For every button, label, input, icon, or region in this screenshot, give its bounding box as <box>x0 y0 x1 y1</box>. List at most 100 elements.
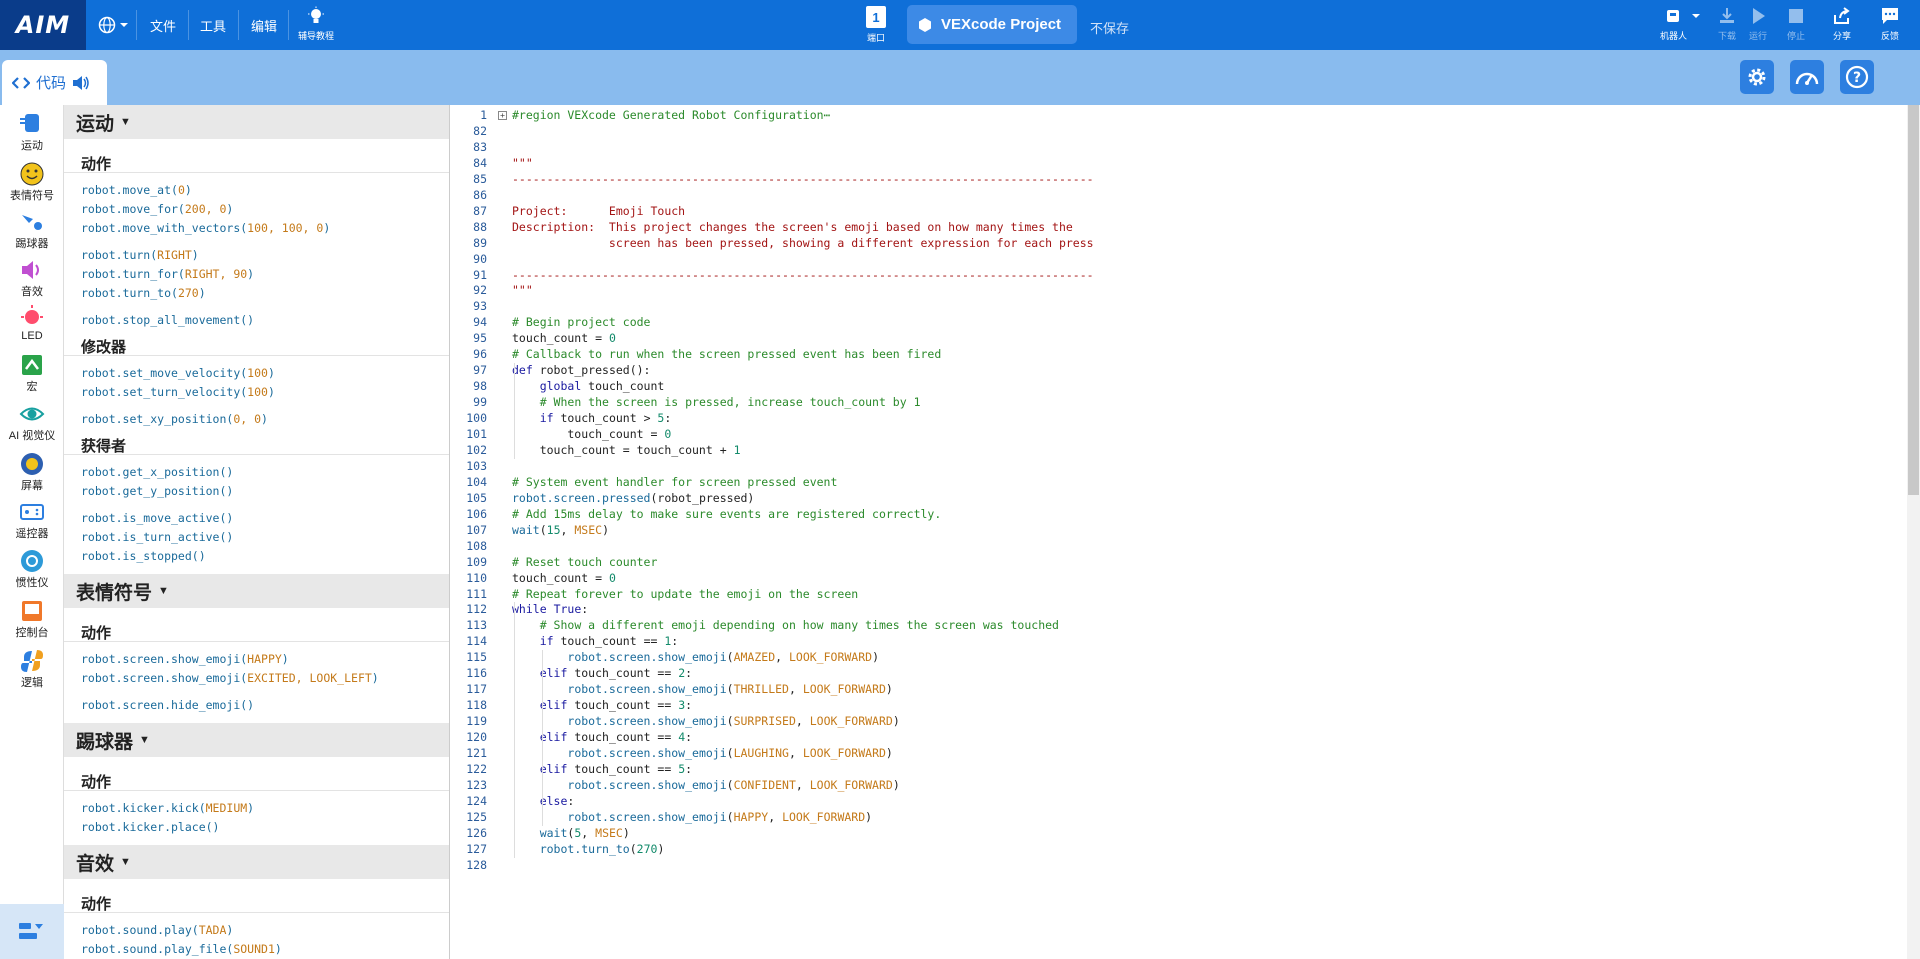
menu-edit[interactable]: 编辑 <box>251 0 277 50</box>
speaker-icon[interactable] <box>72 75 90 91</box>
code-snippet[interactable]: robot.screen.hide_emoji() <box>64 696 449 715</box>
blocks-toggle-button[interactable] <box>0 904 64 959</box>
help-button[interactable]: ? <box>1840 60 1874 94</box>
code-snippet[interactable]: robot.turn_for(RIGHT, 90) <box>64 265 449 284</box>
code-token: global <box>539 379 582 394</box>
line-number: 124 <box>466 793 487 808</box>
code-editor[interactable]: 1 + #region VEXcode Generated Robot Config… <box>450 105 1920 959</box>
category-header[interactable]: 音效 ▼ <box>64 845 449 879</box>
category-led[interactable]: LED <box>0 304 64 342</box>
code-token: LAUGHING <box>733 746 789 760</box>
code-token: 270 <box>636 841 658 856</box>
code-snippet[interactable]: robot.kicker.kick(MEDIUM) <box>64 799 449 818</box>
port-button[interactable]: 1 端口 <box>866 6 886 44</box>
code-snippet[interactable]: robot.set_xy_position(0, 0) <box>64 410 449 429</box>
code-token: ) <box>892 777 900 792</box>
caret-down-icon: ▼ <box>120 116 131 128</box>
snippet-call: ) <box>198 286 206 300</box>
code-snippet[interactable]: robot.set_move_velocity(100) <box>64 364 449 383</box>
language-button[interactable] <box>98 0 129 50</box>
tutorials-button[interactable]: 辅导教程 <box>298 6 334 42</box>
code-snippet[interactable]: robot.screen.show_emoji(HAPPY) <box>64 650 449 669</box>
code-snippet[interactable]: robot.get_x_position() <box>64 463 449 482</box>
feedback-button[interactable]: 反馈 <box>1880 6 1900 42</box>
stop-button[interactable]: 停止 <box>1786 6 1806 42</box>
code-snippet[interactable]: robot.turn(RIGHT) <box>64 246 449 265</box>
code-token: AMAZED <box>733 650 776 665</box>
code-token: : <box>685 761 693 776</box>
code-snippet[interactable]: robot.sound.play(TADA) <box>64 921 449 940</box>
code-snippet[interactable]: robot.kicker.place() <box>64 818 449 837</box>
code-snippet[interactable]: robot.move_for(200, 0) <box>64 200 449 219</box>
category-title: 运动 <box>76 113 115 135</box>
code-snippet[interactable]: robot.move_with_vectors(100, 100, 0) <box>64 219 449 238</box>
code-token: HAPPY <box>733 809 769 824</box>
indent-guide <box>514 602 515 858</box>
robot-button[interactable]: 机器人 <box>1660 6 1703 42</box>
fold-toggle-icon[interactable]: + <box>498 111 507 120</box>
run-button[interactable]: 运行 <box>1748 6 1768 42</box>
code-snippet[interactable]: robot.sound.play_file(SOUND1) <box>64 940 449 959</box>
category-eye[interactable]: AI 视觉仪 <box>0 401 64 443</box>
settings-button[interactable] <box>1740 60 1774 94</box>
section-header: 动作 <box>64 147 449 173</box>
category-controller[interactable]: 遥控器 <box>0 499 64 541</box>
port-number: 1 <box>872 9 880 25</box>
scrollbar[interactable] <box>1907 105 1920 959</box>
aim-logo: AIM <box>0 0 86 50</box>
category-smiley[interactable]: 表情符号 <box>0 161 64 203</box>
top-bar: AIM 文件 工具 编辑 辅导教程 1 端口 VEXcode Project 不… <box>0 0 1920 50</box>
code-snippet[interactable]: robot.stop_all_movement() <box>64 311 449 330</box>
scrollbar-thumb[interactable] <box>1908 105 1919 495</box>
code-snippet[interactable]: robot.turn_to(270) <box>64 284 449 303</box>
line-number: 1 <box>480 108 487 122</box>
share-icon <box>1834 7 1850 24</box>
code-token: , <box>788 746 803 760</box>
code-token: if <box>539 411 554 426</box>
category-console[interactable]: 控制台 <box>0 598 64 640</box>
tab-code[interactable]: 代码 <box>2 60 107 105</box>
menu-tools[interactable]: 工具 <box>200 0 226 50</box>
share-button[interactable]: 分享 <box>1832 6 1852 42</box>
code-token: touch_count == <box>567 730 679 745</box>
category-speaker[interactable]: 音效 <box>0 257 64 299</box>
line-number: 95 <box>473 331 487 346</box>
download-button[interactable]: 下载 <box>1717 6 1737 42</box>
code-line: robot.screen.show_emoji(HAPPY, LOOK_FORW… <box>512 810 872 824</box>
lightbulb-icon <box>308 6 324 23</box>
code-snippet[interactable]: robot.is_stopped() <box>64 547 449 566</box>
download-label: 下载 <box>1717 31 1736 41</box>
category-header[interactable]: 表情符号 ▼ <box>64 574 449 608</box>
snippet-call: ) <box>247 801 255 815</box>
line-number: 127 <box>466 841 487 856</box>
category-header[interactable]: 运动 ▼ <box>64 105 449 139</box>
snippet-params: MEDIUM <box>205 801 248 815</box>
category-python[interactable]: 逻辑 <box>0 648 64 690</box>
code-snippet[interactable]: robot.get_y_position() <box>64 482 449 501</box>
code-line: if touch_count == 1: <box>512 634 679 648</box>
code-snippet[interactable]: robot.screen.show_emoji(EXCITED, LOOK_LE… <box>64 669 449 688</box>
code-token: #region VEXcode Generated Robot Configur… <box>512 108 831 122</box>
dashboard-button[interactable] <box>1790 60 1824 94</box>
project-name-field[interactable]: VEXcode Project <box>907 5 1077 44</box>
category-macro[interactable]: 宏 <box>0 352 64 394</box>
category-drive[interactable]: 运动 <box>0 111 64 153</box>
code-snippet[interactable]: robot.is_move_active() <box>64 509 449 528</box>
code-snippet[interactable]: robot.set_turn_velocity(100) <box>64 383 449 402</box>
category-kicker[interactable]: 踢球器 <box>0 209 64 251</box>
kicker-icon <box>19 209 45 235</box>
line-number: 116 <box>466 666 487 681</box>
code-snippet[interactable]: robot.is_turn_active() <box>64 528 449 547</box>
category-header[interactable]: 踢球器 ▼ <box>64 723 449 757</box>
category-screen[interactable]: 屏幕 <box>0 451 64 493</box>
menu-file[interactable]: 文件 <box>150 0 176 50</box>
code-snippet[interactable]: robot.move_at(0) <box>64 181 449 200</box>
caret-down-icon <box>1691 14 1700 18</box>
code-token: screen has been pressed, showing a diffe… <box>512 235 1094 250</box>
category-inertial[interactable]: 惯性仪 <box>0 548 64 590</box>
